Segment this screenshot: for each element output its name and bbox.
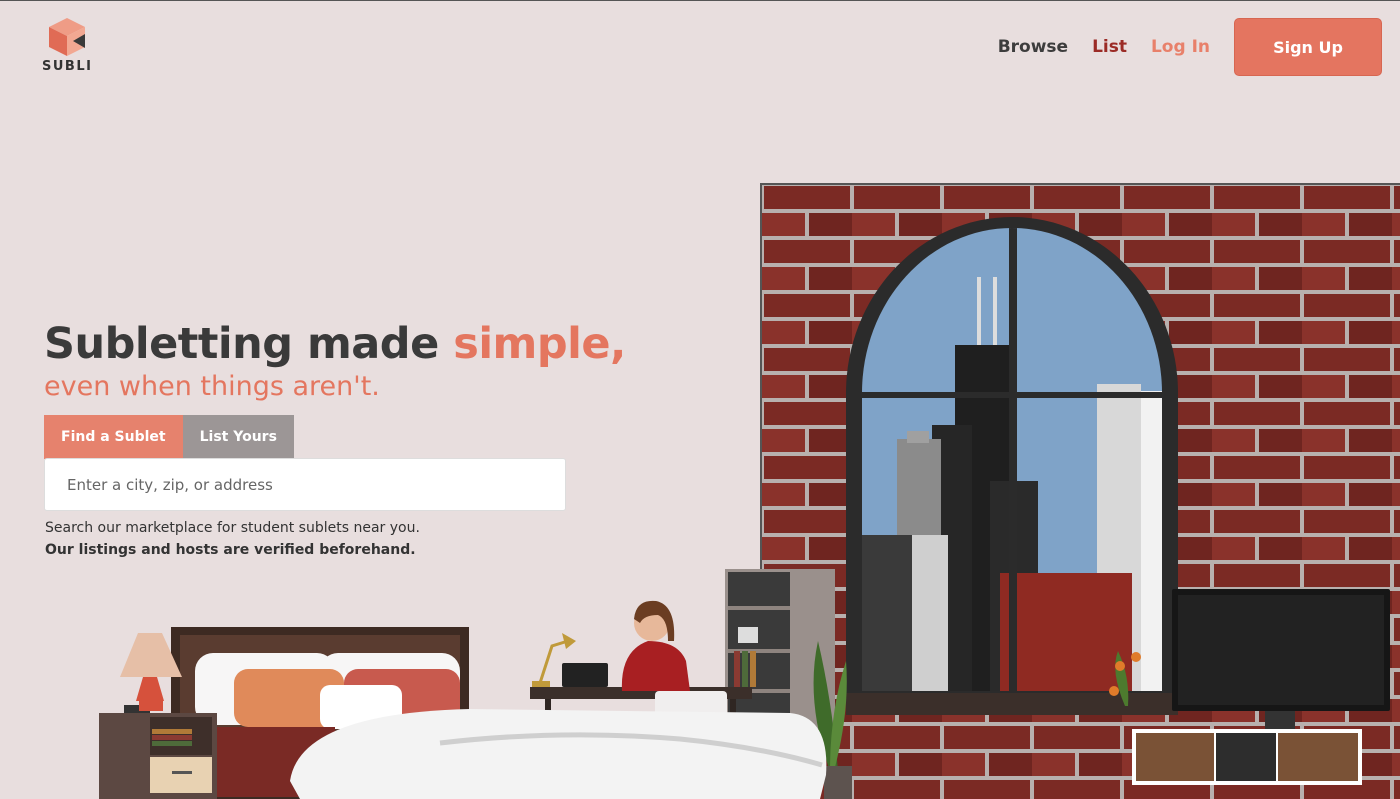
search-tabs: Find a Sublet List Yours [44,415,294,459]
arched-window [846,217,1178,715]
main-nav: Browse List Log In Sign Up [998,18,1382,76]
hero-subtitle: even when things aren't. [44,371,380,402]
person-with-laptop [562,600,727,721]
tv-stand [1132,729,1362,785]
tab-list-yours[interactable]: List Yours [182,415,294,459]
verification-note: Our listings and hosts are verified befo… [45,542,416,558]
brand-logo[interactable]: SUBLI [42,17,92,74]
hero-title-accent: simple, [453,319,626,369]
nav-browse-link[interactable]: Browse [998,37,1068,57]
marketplace-description: Search our marketplace for student suble… [45,520,420,536]
nightstand [99,705,217,799]
nav-login-link[interactable]: Log In [1151,37,1210,57]
cube-logo-icon [49,18,85,56]
tv [1172,589,1390,731]
brand-name: SUBLI [42,59,93,74]
tab-find-a-sublet[interactable]: Find a Sublet [44,415,183,459]
hero-title: Subletting made simple, [44,319,626,369]
location-search-input[interactable] [44,458,566,511]
signup-button[interactable]: Sign Up [1234,18,1382,76]
hero-title-main: Subletting made [44,319,454,369]
nav-list-link[interactable]: List [1092,37,1127,57]
